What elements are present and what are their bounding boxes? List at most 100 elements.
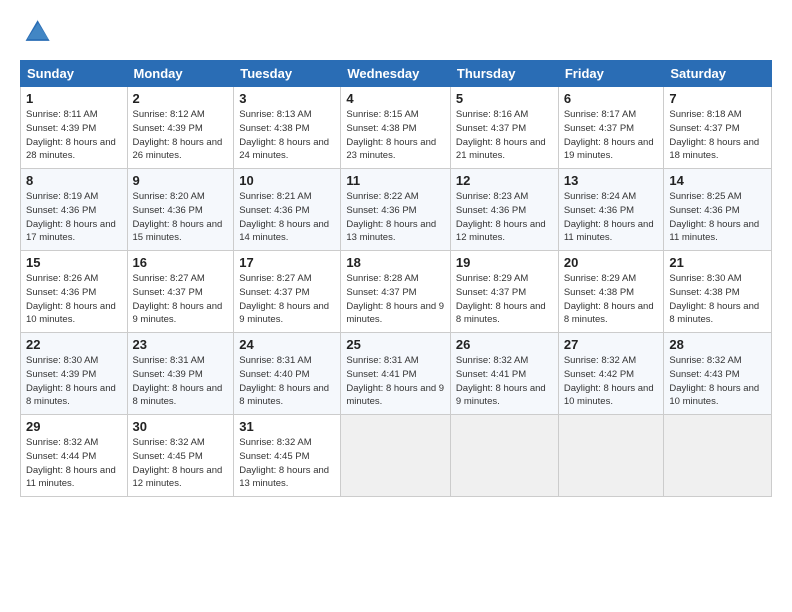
calendar-cell: 3 Sunrise: 8:13 AMSunset: 4:38 PMDaylight… xyxy=(234,87,341,169)
day-number: 11 xyxy=(346,173,445,188)
calendar-cell: 16 Sunrise: 8:27 AMSunset: 4:37 PMDayligh… xyxy=(127,251,234,333)
day-info: Sunrise: 8:11 AMSunset: 4:39 PMDaylight:… xyxy=(26,108,122,163)
calendar-cell: 10 Sunrise: 8:21 AMSunset: 4:36 PMDayligh… xyxy=(234,169,341,251)
day-number: 26 xyxy=(456,337,553,352)
calendar-cell: 21Sunrise: 8:30 AMSunset: 4:38 PMDayligh… xyxy=(664,251,772,333)
calendar-cell: 20Sunrise: 8:29 AMSunset: 4:38 PMDayligh… xyxy=(558,251,664,333)
day-number: 6 xyxy=(564,91,659,106)
day-info: Sunrise: 8:24 AMSunset: 4:36 PMDaylight:… xyxy=(564,190,659,245)
calendar-cell: 23Sunrise: 8:31 AMSunset: 4:39 PMDayligh… xyxy=(127,333,234,415)
week-row-4: 22 Sunrise: 8:30 AMSunset: 4:39 PMDayligh… xyxy=(21,333,772,415)
day-number: 28 xyxy=(669,337,766,352)
calendar-cell xyxy=(558,415,664,497)
calendar-cell: 11 Sunrise: 8:22 AMSunset: 4:36 PMDayligh… xyxy=(341,169,451,251)
day-info: Sunrise: 8:27 AMSunset: 4:37 PMDaylight:… xyxy=(239,272,335,327)
day-info: Sunrise: 8:25 AMSunset: 4:36 PMDaylight:… xyxy=(669,190,766,245)
calendar-cell: 25 Sunrise: 8:31 AMSunset: 4:41 PMDayligh… xyxy=(341,333,451,415)
day-number: 7 xyxy=(669,91,766,106)
day-number: 9 xyxy=(133,173,229,188)
day-number: 8 xyxy=(26,173,122,188)
day-number: 2 xyxy=(133,91,229,106)
day-info: Sunrise: 8:15 AMSunset: 4:38 PMDaylight:… xyxy=(346,108,445,163)
calendar-cell: 1 Sunrise: 8:11 AMSunset: 4:39 PMDaylight… xyxy=(21,87,128,169)
day-info: Sunrise: 8:31 AMSunset: 4:41 PMDaylight:… xyxy=(346,354,445,409)
day-number: 13 xyxy=(564,173,659,188)
calendar-cell: 18 Sunrise: 8:28 AMSunset: 4:37 PMDayligh… xyxy=(341,251,451,333)
calendar-cell: 30 Sunrise: 8:32 AMSunset: 4:45 PMDayligh… xyxy=(127,415,234,497)
day-number: 27 xyxy=(564,337,659,352)
weekday-header-saturday: Saturday xyxy=(664,61,772,87)
calendar-table: SundayMondayTuesdayWednesdayThursdayFrid… xyxy=(20,60,772,497)
calendar-cell: 4 Sunrise: 8:15 AMSunset: 4:38 PMDaylight… xyxy=(341,87,451,169)
day-info: Sunrise: 8:29 AMSunset: 4:38 PMDaylight:… xyxy=(564,272,659,327)
calendar-cell xyxy=(450,415,558,497)
day-info: Sunrise: 8:27 AMSunset: 4:37 PMDaylight:… xyxy=(133,272,229,327)
weekday-header-wednesday: Wednesday xyxy=(341,61,451,87)
logo-icon xyxy=(22,16,54,48)
day-info: Sunrise: 8:30 AMSunset: 4:39 PMDaylight:… xyxy=(26,354,122,409)
calendar-cell: 26 Sunrise: 8:32 AMSunset: 4:41 PMDayligh… xyxy=(450,333,558,415)
calendar-cell: 27 Sunrise: 8:32 AMSunset: 4:42 PMDayligh… xyxy=(558,333,664,415)
day-info: Sunrise: 8:31 AMSunset: 4:40 PMDaylight:… xyxy=(239,354,335,409)
day-info: Sunrise: 8:32 AMSunset: 4:44 PMDaylight:… xyxy=(26,436,122,491)
day-number: 16 xyxy=(133,255,229,270)
calendar-cell: 19 Sunrise: 8:29 AMSunset: 4:37 PMDayligh… xyxy=(450,251,558,333)
day-info: Sunrise: 8:18 AMSunset: 4:37 PMDaylight:… xyxy=(669,108,766,163)
day-info: Sunrise: 8:28 AMSunset: 4:37 PMDaylight:… xyxy=(346,272,445,327)
day-number: 10 xyxy=(239,173,335,188)
day-info: Sunrise: 8:32 AMSunset: 4:45 PMDaylight:… xyxy=(133,436,229,491)
calendar-cell: 2 Sunrise: 8:12 AMSunset: 4:39 PMDaylight… xyxy=(127,87,234,169)
day-number: 22 xyxy=(26,337,122,352)
day-info: Sunrise: 8:23 AMSunset: 4:36 PMDaylight:… xyxy=(456,190,553,245)
calendar-cell xyxy=(664,415,772,497)
calendar-cell: 29 Sunrise: 8:32 AMSunset: 4:44 PMDayligh… xyxy=(21,415,128,497)
day-info: Sunrise: 8:16 AMSunset: 4:37 PMDaylight:… xyxy=(456,108,553,163)
day-number: 1 xyxy=(26,91,122,106)
calendar-cell: 7 Sunrise: 8:18 AMSunset: 4:37 PMDaylight… xyxy=(664,87,772,169)
day-number: 14 xyxy=(669,173,766,188)
week-row-3: 15 Sunrise: 8:26 AMSunset: 4:36 PMDayligh… xyxy=(21,251,772,333)
day-number: 3 xyxy=(239,91,335,106)
day-info: Sunrise: 8:32 AMSunset: 4:45 PMDaylight:… xyxy=(239,436,335,491)
day-info: Sunrise: 8:26 AMSunset: 4:36 PMDaylight:… xyxy=(26,272,122,327)
day-number: 19 xyxy=(456,255,553,270)
calendar-cell: 15 Sunrise: 8:26 AMSunset: 4:36 PMDayligh… xyxy=(21,251,128,333)
weekday-header-tuesday: Tuesday xyxy=(234,61,341,87)
day-info: Sunrise: 8:13 AMSunset: 4:38 PMDaylight:… xyxy=(239,108,335,163)
day-number: 4 xyxy=(346,91,445,106)
calendar-cell: 17 Sunrise: 8:27 AMSunset: 4:37 PMDayligh… xyxy=(234,251,341,333)
logo xyxy=(20,16,56,48)
day-info: Sunrise: 8:31 AMSunset: 4:39 PMDaylight:… xyxy=(133,354,229,409)
calendar-cell: 14 Sunrise: 8:25 AMSunset: 4:36 PMDayligh… xyxy=(664,169,772,251)
day-number: 29 xyxy=(26,419,122,434)
calendar-cell: 13 Sunrise: 8:24 AMSunset: 4:36 PMDayligh… xyxy=(558,169,664,251)
header xyxy=(20,16,772,48)
day-number: 18 xyxy=(346,255,445,270)
day-number: 25 xyxy=(346,337,445,352)
weekday-header-friday: Friday xyxy=(558,61,664,87)
day-info: Sunrise: 8:29 AMSunset: 4:37 PMDaylight:… xyxy=(456,272,553,327)
day-info: Sunrise: 8:32 AMSunset: 4:42 PMDaylight:… xyxy=(564,354,659,409)
weekday-header-row: SundayMondayTuesdayWednesdayThursdayFrid… xyxy=(21,61,772,87)
day-info: Sunrise: 8:20 AMSunset: 4:36 PMDaylight:… xyxy=(133,190,229,245)
day-info: Sunrise: 8:19 AMSunset: 4:36 PMDaylight:… xyxy=(26,190,122,245)
day-number: 17 xyxy=(239,255,335,270)
day-number: 5 xyxy=(456,91,553,106)
day-info: Sunrise: 8:21 AMSunset: 4:36 PMDaylight:… xyxy=(239,190,335,245)
week-row-5: 29 Sunrise: 8:32 AMSunset: 4:44 PMDayligh… xyxy=(21,415,772,497)
weekday-header-thursday: Thursday xyxy=(450,61,558,87)
calendar-cell: 5 Sunrise: 8:16 AMSunset: 4:37 PMDaylight… xyxy=(450,87,558,169)
day-number: 30 xyxy=(133,419,229,434)
calendar-cell: 28Sunrise: 8:32 AMSunset: 4:43 PMDayligh… xyxy=(664,333,772,415)
day-number: 15 xyxy=(26,255,122,270)
day-number: 24 xyxy=(239,337,335,352)
day-number: 31 xyxy=(239,419,335,434)
week-row-1: 1 Sunrise: 8:11 AMSunset: 4:39 PMDaylight… xyxy=(21,87,772,169)
week-row-2: 8 Sunrise: 8:19 AMSunset: 4:36 PMDaylight… xyxy=(21,169,772,251)
weekday-header-sunday: Sunday xyxy=(21,61,128,87)
calendar-cell: 24 Sunrise: 8:31 AMSunset: 4:40 PMDayligh… xyxy=(234,333,341,415)
day-info: Sunrise: 8:32 AMSunset: 4:41 PMDaylight:… xyxy=(456,354,553,409)
day-info: Sunrise: 8:22 AMSunset: 4:36 PMDaylight:… xyxy=(346,190,445,245)
calendar-cell: 8 Sunrise: 8:19 AMSunset: 4:36 PMDaylight… xyxy=(21,169,128,251)
day-info: Sunrise: 8:12 AMSunset: 4:39 PMDaylight:… xyxy=(133,108,229,163)
